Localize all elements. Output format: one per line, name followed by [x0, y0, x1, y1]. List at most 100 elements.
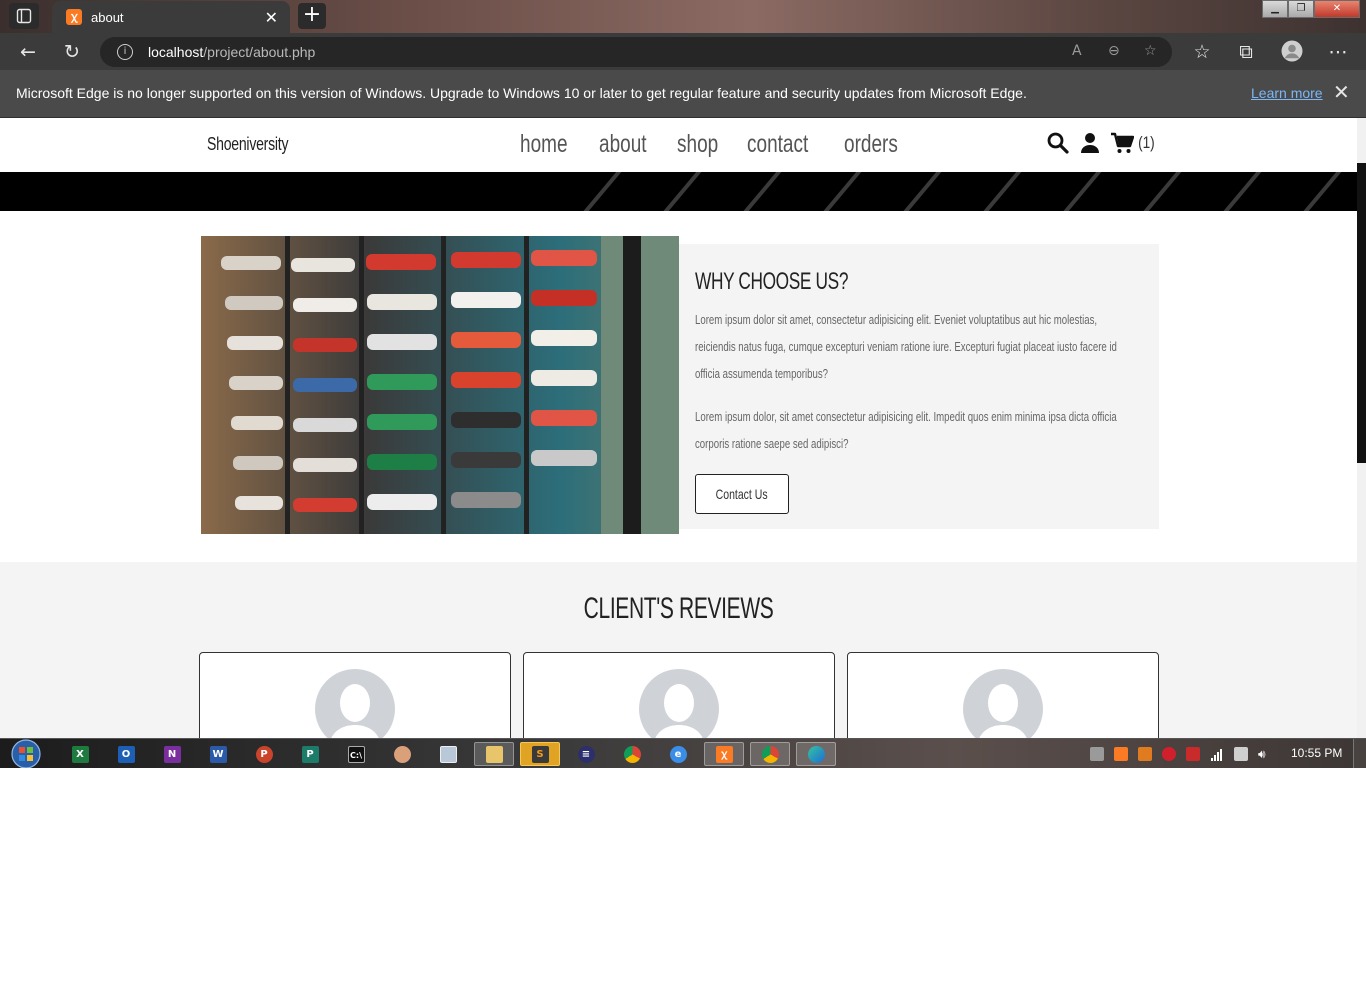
back-arrow-icon[interactable]: ← — [16, 40, 40, 64]
folder-icon — [485, 745, 503, 763]
contact-us-button[interactable]: Contact Us — [695, 474, 789, 514]
edge-icon — [807, 745, 825, 763]
nav-link-about[interactable]: about — [599, 130, 647, 159]
search-icon[interactable] — [1046, 131, 1070, 155]
review-card — [199, 652, 511, 738]
tab-title: about — [91, 9, 124, 25]
avatar — [639, 669, 719, 738]
outlook-icon: O — [117, 745, 135, 763]
infobar-message: Microsoft Edge is no longer supported on… — [16, 85, 1027, 101]
collections-icon[interactable]: ⧉ — [1234, 40, 1258, 64]
taskbar-monitor[interactable] — [428, 742, 468, 766]
nav-link-contact[interactable]: contact — [747, 130, 808, 159]
taskbar-chrome-profile[interactable] — [750, 742, 790, 766]
start-orb-icon[interactable] — [9, 739, 43, 769]
web-page: Shoeniversity home about shop contact or… — [0, 118, 1357, 738]
taskbar-chrome[interactable] — [612, 742, 652, 766]
about-paragraph-2: Lorem ipsum dolor, sit amet consectetur … — [695, 409, 1117, 451]
eclipse-icon: ≡ — [577, 745, 595, 763]
tray-antivirus-icon[interactable] — [1162, 747, 1176, 761]
taskbar-powerpoint[interactable]: P — [244, 742, 284, 766]
shoe-wall-photo — [201, 236, 679, 534]
word-icon: W — [209, 745, 227, 763]
new-tab-button[interactable]: + — [298, 3, 326, 29]
user-icon[interactable] — [1078, 131, 1102, 155]
taskbar-explorer[interactable] — [474, 742, 514, 766]
xampp-icon: ꭓ — [715, 745, 733, 763]
xampp-favicon-icon: ꭓ — [66, 9, 82, 25]
publisher-icon: P — [301, 745, 319, 763]
cmd-icon: C:\ — [347, 745, 365, 763]
taskbar-xampp[interactable]: ꭓ — [704, 742, 744, 766]
about-content-box: WHY CHOOSE US? Lorem ipsum dolor sit ame… — [679, 244, 1159, 529]
sublime-icon: S — [531, 745, 549, 763]
profile-avatar-icon[interactable] — [1280, 40, 1304, 64]
taskbar-edge[interactable] — [796, 742, 836, 766]
window-close-button[interactable]: ✕ — [1314, 0, 1360, 18]
scrollbar-thumb[interactable] — [1357, 163, 1366, 463]
refresh-icon[interactable]: ↻ — [60, 40, 84, 64]
browser-tab-about[interactable]: ꭓ about ✕ — [52, 1, 290, 33]
tab-close-icon[interactable]: ✕ — [265, 8, 278, 27]
avatar — [315, 669, 395, 738]
taskbar-edge-legacy[interactable]: e — [658, 742, 698, 766]
cart-icon[interactable] — [1110, 131, 1134, 155]
review-card — [523, 652, 835, 738]
reviews-section: CLIENT'S REVIEWS — [0, 562, 1357, 738]
taskbar-cmd[interactable]: C:\ — [336, 742, 376, 766]
tray-xampp-icon[interactable] — [1114, 747, 1128, 761]
add-favorite-icon[interactable]: ☆ — [1144, 43, 1157, 59]
taskbar-publisher[interactable]: P — [290, 742, 330, 766]
about-heading: WHY CHOOSE US? — [695, 268, 849, 295]
taskbar-onenote[interactable]: N — [152, 742, 192, 766]
main-nav: home about shop contact orders — [520, 130, 931, 159]
taskbar-sublime[interactable]: S — [520, 742, 560, 766]
reviews-title-wrap: CLIENT'S REVIEWS — [0, 592, 1357, 626]
windows-taskbar: X O N W P P C:\ S ≡ e ꭓ 🔊︎ 10:55 PM — [0, 738, 1366, 769]
nav-link-home[interactable]: home — [520, 130, 568, 159]
infobar-close-icon[interactable]: ✕ — [1333, 80, 1350, 104]
powerpoint-icon: P — [255, 745, 273, 763]
read-aloud-icon[interactable]: A — [1072, 43, 1082, 59]
settings-more-icon[interactable]: ⋯ — [1326, 40, 1350, 64]
taskbar-paint[interactable] — [382, 742, 422, 766]
empty-area — [0, 768, 1366, 982]
volume-icon[interactable]: 🔊︎ — [1258, 747, 1272, 761]
unsupported-os-infobar: Microsoft Edge is no longer supported on… — [0, 70, 1366, 118]
site-info-icon[interactable]: i — [117, 44, 133, 60]
nav-link-shop[interactable]: shop — [677, 130, 718, 159]
onenote-icon: N — [163, 745, 181, 763]
learn-more-link[interactable]: Learn more — [1251, 85, 1323, 101]
paint-icon — [393, 745, 411, 763]
tab-actions-icon — [16, 8, 32, 24]
minimize-button[interactable]: ▁ — [1262, 0, 1288, 18]
site-header: Shoeniversity home about shop contact or… — [0, 118, 1357, 172]
url-text[interactable]: localhost/project/about.php — [148, 44, 315, 60]
show-desktop-button[interactable] — [1353, 739, 1366, 769]
site-logo[interactable]: Shoeniversity — [207, 134, 288, 155]
favorites-icon[interactable]: ☆ — [1190, 40, 1214, 64]
taskbar-excel[interactable]: X — [60, 742, 100, 766]
zoom-icon[interactable]: ⊖ — [1108, 43, 1120, 59]
review-card — [847, 652, 1159, 738]
tray-power-icon[interactable] — [1234, 747, 1248, 761]
edge-legacy-icon: e — [669, 745, 687, 763]
tab-actions-button[interactable] — [9, 3, 39, 29]
taskbar-word[interactable]: W — [198, 742, 238, 766]
signal-icon[interactable] — [1210, 747, 1224, 761]
tray-ccleaner-icon[interactable] — [1138, 747, 1152, 761]
cart-count[interactable]: (1) — [1138, 133, 1155, 153]
taskbar-clock[interactable]: 10:55 PM — [1291, 746, 1342, 760]
excel-icon: X — [71, 745, 89, 763]
nav-link-orders[interactable]: orders — [844, 130, 898, 159]
window-controls: ▁ ❐ ✕ — [1262, 0, 1360, 18]
address-bar[interactable]: i localhost/project/about.php A ⊖ ☆ — [100, 37, 1172, 67]
browser-titlebar: ꭓ about ✕ + ▁ ❐ ✕ — [0, 0, 1366, 33]
taskbar-eclipse[interactable]: ≡ — [566, 742, 606, 766]
taskbar-outlook[interactable]: O — [106, 742, 146, 766]
tray-printer-icon[interactable] — [1090, 747, 1104, 761]
monitor-icon — [439, 745, 457, 763]
restore-button[interactable]: ❐ — [1288, 0, 1314, 18]
tray-network-error-icon[interactable] — [1186, 747, 1200, 761]
avatar — [963, 669, 1043, 738]
